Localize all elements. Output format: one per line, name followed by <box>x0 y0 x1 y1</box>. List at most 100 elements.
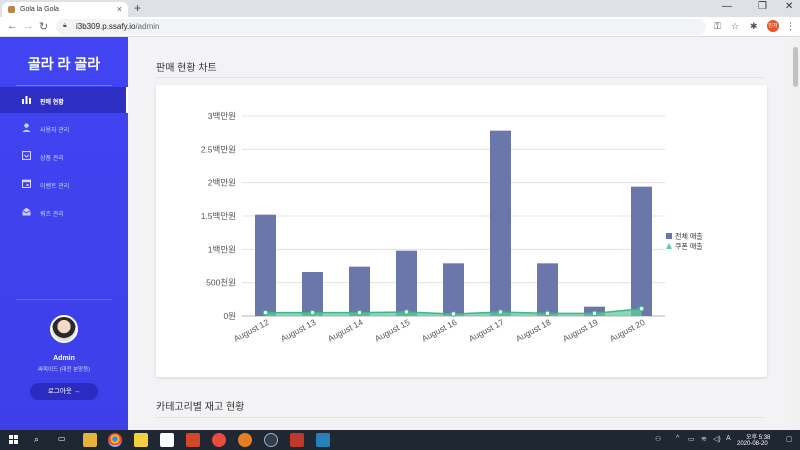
sidebar-item-label: 판매 현황 <box>40 100 64 106</box>
file-explorer-icon[interactable] <box>83 433 97 447</box>
data-point <box>262 309 269 316</box>
bar <box>349 266 370 316</box>
calendar-icon <box>21 179 32 189</box>
legend-swatch-coupon <box>666 243 672 249</box>
minimize-icon[interactable]: — <box>722 1 732 12</box>
search-icon[interactable]: ⌕ <box>34 434 39 445</box>
y-tick-label: 1백만원 <box>208 244 236 254</box>
divider <box>156 77 764 78</box>
data-point <box>309 309 316 316</box>
bar-chart-icon <box>22 95 31 104</box>
y-tick-label: 3백만원 <box>208 111 236 121</box>
menu-kebab-icon[interactable]: ⋮ <box>786 21 795 32</box>
data-point <box>591 310 598 317</box>
profile-avatar[interactable]: 민저 <box>767 20 779 32</box>
user-icon <box>22 123 31 132</box>
brand-logo[interactable]: 골라 라 골라 <box>0 54 128 74</box>
sidebar-item-products[interactable]: 상품 관리 <box>0 143 128 169</box>
forward-icon[interactable]: → <box>23 20 34 32</box>
wifi-icon[interactable]: ≋ <box>701 435 707 443</box>
sticky-notes-icon[interactable] <box>134 433 148 447</box>
x-tick-label: August 20 <box>608 317 647 344</box>
sidebar-item-users[interactable]: 사용자 관리 <box>0 115 128 141</box>
browser-tab[interactable]: Gola la Gola × <box>2 2 128 17</box>
data-point <box>638 305 645 312</box>
user-switch-icon[interactable]: ⚇ <box>655 435 661 443</box>
bar <box>302 272 323 316</box>
app-icon[interactable] <box>316 433 330 447</box>
sidebar-item-sales[interactable]: 판매 현황 <box>0 87 128 113</box>
clock-app-icon[interactable] <box>264 433 278 447</box>
tab-title: Gola la Gola <box>20 6 59 13</box>
address-bar: ← → ↻ 🔒︎ i3b309.p.ssafy.io/admin ⚿ ☆ ✱ 민… <box>0 17 800 37</box>
sidebar-item-quiz[interactable]: 쿼즈 관리 <box>0 199 128 225</box>
user-role: 싸피이드 (대전 분망등) <box>37 367 91 373</box>
section-title-inventory: 카테고리별 재고 현황 <box>156 402 245 413</box>
data-point <box>356 309 363 316</box>
capture-icon[interactable] <box>290 433 304 447</box>
task-view-icon[interactable]: ▭ <box>58 434 66 443</box>
extensions-icon[interactable]: ✱ <box>750 21 758 32</box>
browser-tab-bar: Gola la Gola × + — ❐ ✕ <box>0 0 800 17</box>
star-icon[interactable]: ☆ <box>731 21 739 32</box>
bar <box>396 250 417 316</box>
volume-icon[interactable]: ◁) <box>713 435 721 443</box>
chrome-icon[interactable] <box>108 433 122 447</box>
url-input[interactable]: 🔒︎ i3b309.p.ssafy.io/admin <box>56 19 706 35</box>
bar <box>255 214 276 316</box>
window-close-icon[interactable]: ✕ <box>785 1 793 12</box>
notification-icon[interactable]: ▢ <box>786 435 793 443</box>
url-host: i3b309.p.ssafy.io <box>76 22 136 31</box>
maximize-icon[interactable]: ❐ <box>758 1 767 12</box>
data-point <box>403 309 410 315</box>
windows-start-icon[interactable] <box>9 435 19 445</box>
bar <box>537 263 558 316</box>
notepad-icon[interactable] <box>160 433 174 447</box>
avatar <box>50 315 78 343</box>
back-icon[interactable]: ← <box>7 20 18 32</box>
tab-close-icon[interactable]: × <box>117 4 122 14</box>
powerpoint-icon[interactable] <box>186 433 200 447</box>
box-icon <box>21 150 32 161</box>
reload-icon[interactable]: ↻ <box>39 20 48 33</box>
x-tick-label: August 12 <box>232 317 271 344</box>
x-tick-label: August 14 <box>326 317 365 344</box>
x-tick-label: August 15 <box>373 317 412 344</box>
legend-swatch-total <box>666 233 672 239</box>
ime-icon[interactable]: A <box>726 435 731 442</box>
new-tab-button[interactable]: + <box>134 1 141 15</box>
scrollbar-thumb[interactable] <box>793 47 798 87</box>
network-icon[interactable]: ▭ <box>688 435 695 443</box>
envelope-icon <box>22 207 31 216</box>
page-scrollbar[interactable] <box>791 37 800 430</box>
main-content: 판매 현황 차트 0원 500천원 1백만원 1.5백만원 2백만원 2.5백만원 3백만원… <box>128 37 800 430</box>
y-tick-label: 0원 <box>223 311 236 321</box>
lock-icon: 🔒︎ <box>63 22 67 29</box>
divider <box>16 85 112 86</box>
divider <box>156 417 764 418</box>
sidebar-item-label: 상품 관리 <box>40 156 64 162</box>
windows-taskbar: ⌕ ▭ ⚇ ^ ▭ ≋ ◁) A 오후 5:38 2020-08-20 ▢ <box>0 430 800 450</box>
x-tick-label: August 19 <box>561 317 600 344</box>
tray-chevron-icon[interactable]: ^ <box>676 435 679 442</box>
x-tick-label: August 13 <box>279 317 318 344</box>
sidebar-item-label: 쿼즈 관리 <box>40 212 64 218</box>
data-point <box>544 310 551 317</box>
key-icon[interactable]: ⚿ <box>714 21 721 32</box>
clock-time[interactable]: 오후 5:38 <box>746 432 770 441</box>
sidebar-item-label: 이벤트 관리 <box>40 184 70 190</box>
y-tick-label: 1.5백만원 <box>201 211 236 221</box>
app-icon[interactable] <box>212 433 226 447</box>
sales-chart: 0원 500천원 1백만원 1.5백만원 2백만원 2.5백만원 3백만원 August 12… <box>201 111 704 344</box>
bar <box>443 263 464 316</box>
bar <box>631 186 652 316</box>
sidebar: 골라 라 골라 판매 현황 사용자 관리 상품 관리 이벤트 관리 쿼즈 관리 … <box>0 37 128 430</box>
app-icon[interactable] <box>238 433 252 447</box>
clock-date[interactable]: 2020-08-20 <box>737 441 768 447</box>
x-tick-label: August 16 <box>420 317 459 344</box>
y-tick-label: 500천원 <box>206 278 236 288</box>
logout-button[interactable]: 로그아웃 → <box>30 383 98 400</box>
sidebar-item-label: 사용자 관리 <box>40 128 70 134</box>
sidebar-item-events[interactable]: 이벤트 관리 <box>0 171 128 197</box>
x-tick-label: August 18 <box>514 317 553 344</box>
